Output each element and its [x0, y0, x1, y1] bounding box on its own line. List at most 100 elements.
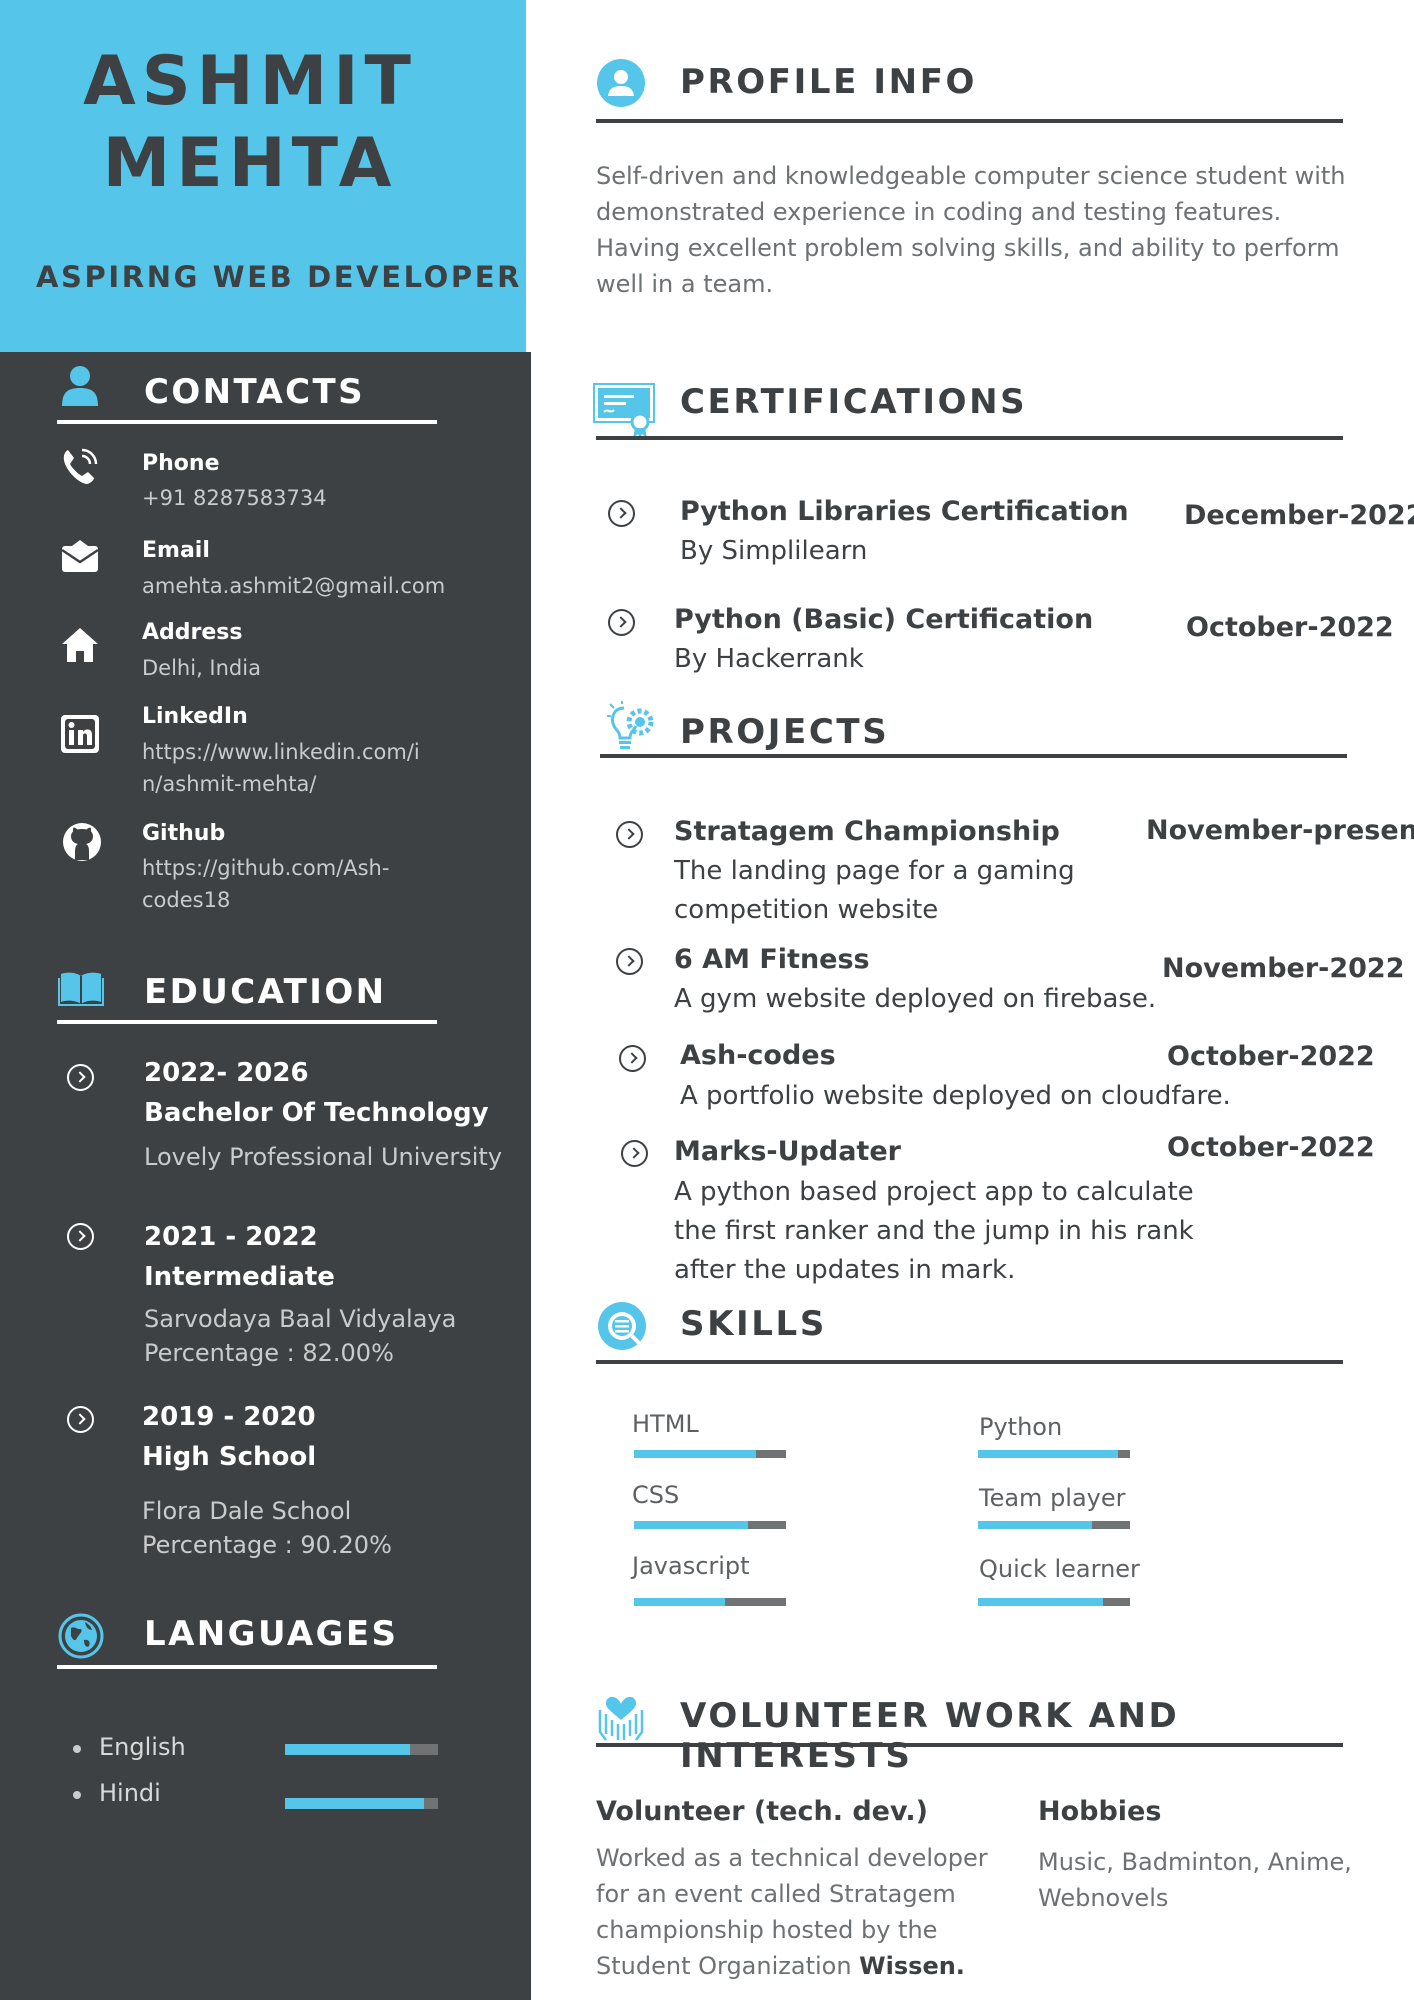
project-description: after the updates in mark. — [674, 1255, 1016, 1285]
home-icon — [62, 628, 98, 662]
education-score: Percentage : 82.00% — [144, 1339, 394, 1367]
certifications-heading: CERTIFICATIONS — [680, 382, 1028, 422]
profile-divider — [596, 119, 1343, 123]
languages-heading: LANGUAGES — [144, 1614, 399, 1654]
bullet-arrow-icon — [608, 609, 635, 636]
education-heading: EDUCATION — [144, 972, 387, 1012]
certification-date: December-2022 — [1184, 500, 1414, 531]
bullet-dot — [73, 1745, 81, 1753]
skill-level-bar — [978, 1450, 1130, 1458]
project-title: Marks-Updater — [674, 1136, 901, 1167]
certification-title: Python Libraries Certification — [680, 496, 1129, 527]
skill-name: Javascript — [632, 1552, 750, 1580]
hobbies-list: Music, Badminton, Anime, Webnovels — [1038, 1848, 1352, 1912]
phone-value[interactable]: +91 8287583734 — [142, 482, 472, 514]
project-date: November-2022 — [1162, 953, 1405, 984]
skill-name: Team player — [979, 1484, 1126, 1512]
profile-heading: PROFILE INFO — [680, 62, 978, 102]
email-label: Email — [142, 538, 210, 563]
email-icon — [61, 540, 99, 572]
project-description: the first ranker and the jump in his ran… — [674, 1216, 1194, 1246]
skill-name: Python — [979, 1413, 1063, 1441]
person-icon — [62, 366, 98, 406]
project-date: October-2022 — [1167, 1041, 1375, 1072]
certifications-divider — [596, 436, 1343, 440]
github-icon — [63, 823, 101, 861]
helping-hands-icon — [598, 1696, 644, 1741]
certification-date: October-2022 — [1186, 612, 1394, 643]
linkedin-icon — [61, 715, 99, 753]
organization-name: Wissen. — [859, 1952, 965, 1980]
volunteer-description: Worked as a technical developer for an e… — [596, 1840, 1016, 1984]
bullet-dot — [73, 1791, 81, 1799]
languages-divider — [57, 1665, 437, 1669]
project-date: November-present — [1146, 815, 1414, 846]
linkedin-value-line1[interactable]: https://www.linkedin.com/i — [142, 736, 472, 768]
project-description: A python based project app to calculate — [674, 1177, 1194, 1207]
certificate-icon — [593, 383, 655, 438]
hobbies-title: Hobbies — [1038, 1796, 1162, 1827]
project-date: October-2022 — [1167, 1132, 1375, 1163]
skill-level-bar — [634, 1450, 786, 1458]
education-divider — [57, 1020, 437, 1024]
education-years: 2019 - 2020 — [142, 1402, 316, 1432]
education-degree: Intermediate — [144, 1262, 335, 1292]
project-description: A portfolio website deployed on cloudfar… — [680, 1081, 1231, 1111]
email-value[interactable]: amehta.ashmit2@gmail.com — [142, 570, 472, 602]
skill-name: Quick learner — [979, 1555, 1140, 1583]
skills-divider — [596, 1360, 1343, 1364]
contacts-heading: CONTACTS — [144, 372, 366, 412]
certification-issuer: By Hackerrank — [674, 644, 864, 674]
contacts-divider — [57, 420, 437, 424]
skill-level-bar — [634, 1521, 786, 1529]
phone-icon — [63, 448, 98, 484]
education-school: Sarvodaya Baal Vidyalaya — [144, 1305, 457, 1333]
volunteer-title: Volunteer (tech. dev.) — [596, 1796, 928, 1827]
education-years: 2021 - 2022 — [144, 1222, 318, 1252]
certification-title: Python (Basic) Certification — [674, 604, 1094, 635]
skill-level-bar — [978, 1521, 1130, 1529]
education-score: Percentage : 90.20% — [142, 1531, 392, 1559]
volunteer-divider — [596, 1743, 1343, 1747]
projects-divider — [600, 754, 1347, 758]
education-school: Lovely Professional University — [144, 1143, 503, 1171]
lightbulb-gear-icon — [607, 701, 654, 749]
skills-heading: SKILLS — [680, 1304, 827, 1344]
skill-level-bar — [978, 1598, 1130, 1606]
skill-name: CSS — [632, 1481, 680, 1509]
github-label: Github — [142, 821, 226, 846]
linkedin-value-line2[interactable]: n/ashmit-mehta/ — [142, 768, 472, 800]
profile-icon — [597, 59, 645, 107]
github-value-line2[interactable]: codes18 — [142, 884, 472, 916]
project-title: Ash-codes — [680, 1040, 836, 1071]
last-name: MEHTA — [102, 124, 398, 203]
first-name: ASHMIT — [83, 42, 417, 121]
bullet-arrow-icon — [616, 821, 643, 848]
bullet-arrow-icon — [67, 1223, 94, 1250]
address-label: Address — [142, 620, 243, 645]
project-title: Stratagem Championship — [674, 816, 1060, 847]
language-level-bar — [285, 1798, 438, 1809]
bullet-arrow-icon — [616, 948, 643, 975]
education-school: Flora Dale School — [142, 1497, 352, 1525]
job-title: ASPIRNG WEB DEVELOPER — [36, 260, 523, 294]
skill-name: HTML — [632, 1410, 699, 1438]
linkedin-label: LinkedIn — [142, 704, 248, 729]
volunteer-heading: VOLUNTEER WORK AND INTERESTS — [680, 1696, 1180, 1776]
projects-heading: PROJECTS — [680, 712, 890, 752]
education-degree: High School — [142, 1442, 317, 1472]
github-value-line1[interactable]: https://github.com/Ash- — [142, 852, 472, 884]
profile-summary: Self-driven and knowledgeable computer s… — [596, 162, 1346, 298]
project-description: A gym website deployed on firebase. — [674, 984, 1157, 1014]
project-title: 6 AM Fitness — [674, 944, 870, 975]
education-years: 2022- 2026 — [144, 1058, 309, 1088]
bullet-arrow-icon — [621, 1140, 648, 1167]
bullet-arrow-icon — [67, 1406, 94, 1433]
bullet-arrow-icon — [619, 1045, 646, 1072]
education-degree: Bachelor Of Technology — [144, 1098, 489, 1128]
language-level-bar — [285, 1744, 438, 1755]
bullet-arrow-icon — [67, 1064, 94, 1091]
language-name: English — [99, 1733, 186, 1761]
book-icon — [58, 972, 104, 1006]
phone-label: Phone — [142, 451, 220, 476]
